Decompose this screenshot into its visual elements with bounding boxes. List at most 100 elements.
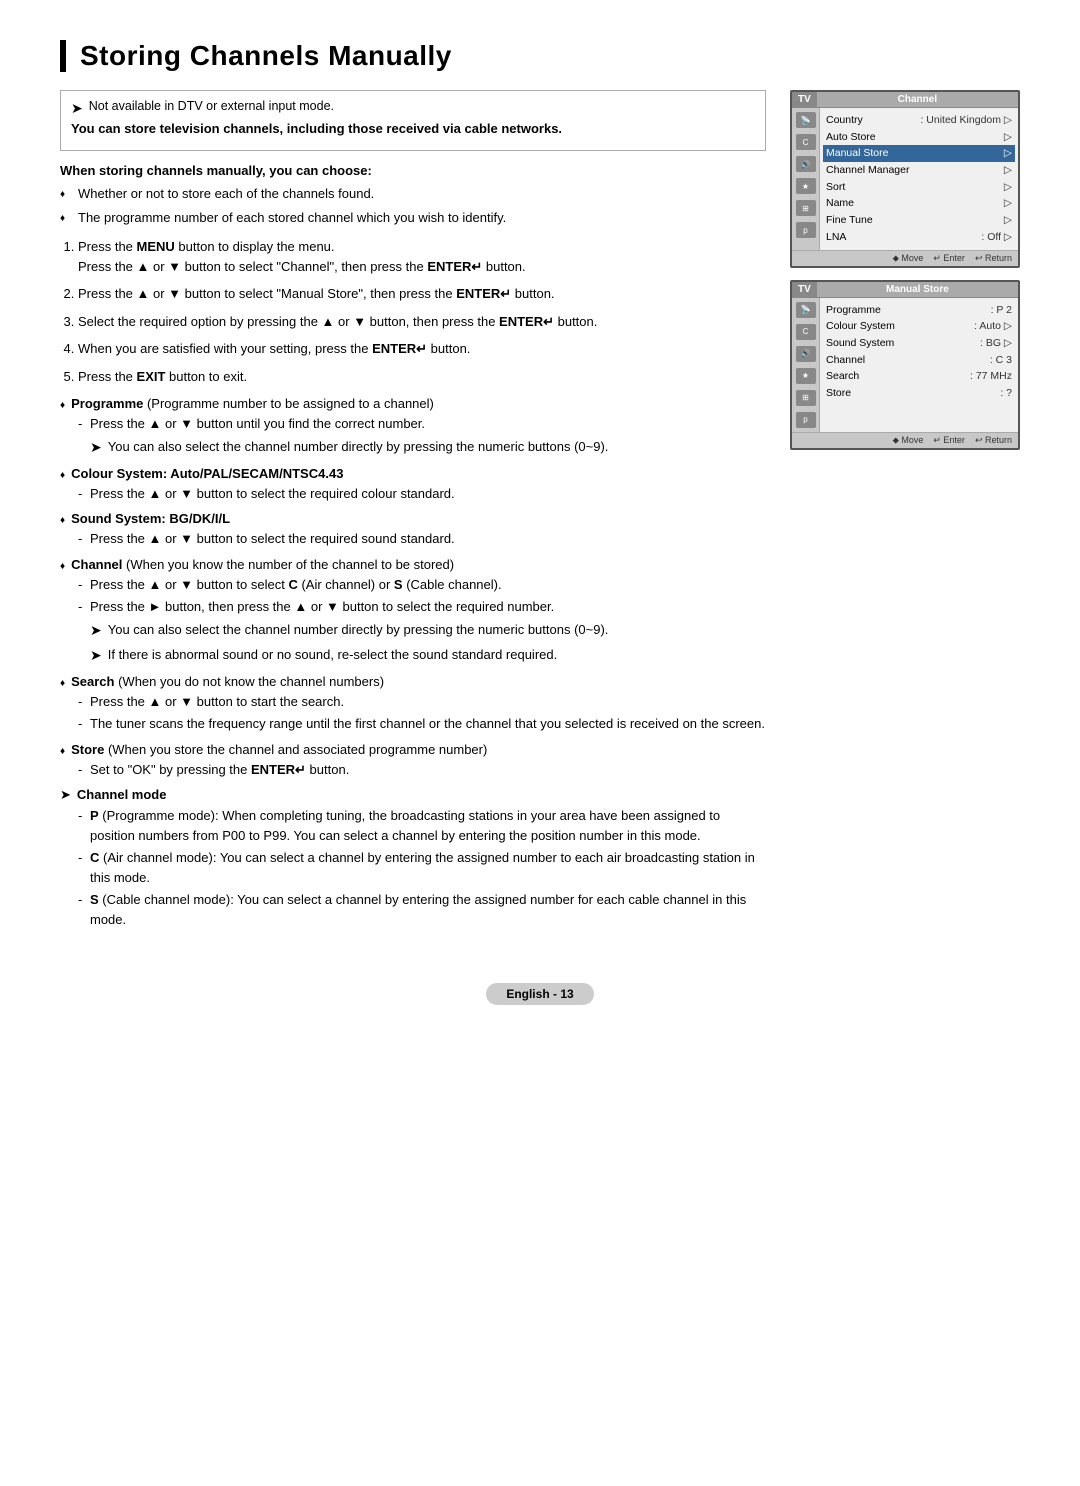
search-header: ♦ Search (When you do not know the chann… — [60, 674, 766, 689]
section-store: ♦ Store (When you store the channel and … — [60, 742, 766, 780]
tv-panel-1-header: TV Channel — [792, 92, 1018, 108]
tv-icon-antenna-2: 📡 — [796, 302, 816, 318]
note-arrow-icon-3: ➤ — [90, 645, 102, 666]
tv-menu-manualstore: Manual Store ▷ — [823, 145, 1015, 162]
section-sound: ♦ Sound System: BG/DK/I/L Press the ▲ or… — [60, 511, 766, 549]
page-footer: English - 13 — [60, 977, 1020, 1011]
section-colour: ♦ Colour System: Auto/PAL/SECAM/NTSC4.43… — [60, 466, 766, 504]
channel-mode-header-text: Channel mode — [77, 787, 167, 802]
enter-label-2: ↵ Enter — [933, 435, 965, 446]
tv-menu-finetune: Fine Tune ▷ — [826, 212, 1012, 229]
search-header-text: Search (When you do not know the channel… — [71, 674, 384, 689]
tv-menu-name: Name ▷ — [826, 195, 1012, 212]
channel-note-1: ➤ You can also select the channel number… — [60, 620, 766, 641]
note-text: Not available in DTV or external input m… — [89, 99, 334, 113]
step-4: When you are satisfied with your setting… — [78, 339, 766, 359]
tv-side-icons-2: 📡 C 🔊 ★ ⊞ p — [792, 298, 820, 432]
step-5: Press the EXIT button to exit. — [78, 367, 766, 387]
tv-panel-2-body: 📡 C 🔊 ★ ⊞ p Programme : P 2 Colour Syste… — [792, 298, 1018, 432]
tv-icon-p: p — [796, 222, 816, 238]
programme-dash-1: Press the ▲ or ▼ button until you find t… — [60, 414, 766, 434]
tv-menu-autostore: Auto Store ▷ — [826, 129, 1012, 146]
channel-dash-1: Press the ▲ or ▼ button to select C (Air… — [60, 575, 766, 595]
colour-header-text: Colour System: Auto/PAL/SECAM/NTSC4.43 — [71, 466, 343, 481]
colour-dash-1: Press the ▲ or ▼ button to select the re… — [60, 484, 766, 504]
bold-intro: You can store television channels, inclu… — [71, 121, 755, 136]
channel-mode-c: C (Air channel mode): You can select a c… — [60, 848, 766, 887]
main-layout: ➤ Not available in DTV or external input… — [60, 90, 1020, 937]
page-title: Storing Channels Manually — [80, 40, 1020, 72]
programme-header-text: Programme (Programme number to be assign… — [71, 396, 434, 411]
tv-label-2: TV — [792, 282, 817, 297]
step-2: Press the ▲ or ▼ button to select "Manua… — [78, 284, 766, 304]
note-arrow-icon-4: ➤ — [60, 787, 71, 803]
footer-badge: English - 13 — [486, 983, 593, 1005]
tv-panel-2-footer: ⬥ Move ↵ Enter ↩ Return — [792, 432, 1018, 448]
channel-header-text: Channel (When you know the number of the… — [71, 557, 454, 572]
tv-menu-search-val: Search : 77 MHz — [826, 368, 1012, 385]
diamond-icon-3: ♦ — [60, 515, 65, 526]
section-programme: ♦ Programme (Programme number to be assi… — [60, 396, 766, 458]
tv-menu-channel-val: Channel : C 3 — [826, 352, 1012, 369]
tv-panel-manualstore: TV Manual Store 📡 C 🔊 ★ ⊞ p Programme : … — [790, 280, 1020, 450]
steps-list: Press the MENU button to display the men… — [60, 237, 766, 386]
tv-icon-grid-2: ⊞ — [796, 390, 816, 406]
tv-menu-store-val: Store : ? — [826, 385, 1012, 402]
tv-icon-c: C — [796, 134, 816, 150]
tv-side-icons-1: 📡 C 🔊 ★ ⊞ p — [792, 108, 820, 250]
tv-label-1: TV — [792, 92, 817, 107]
sound-header-text: Sound System: BG/DK/I/L — [71, 511, 230, 526]
programme-note-1: ➤ You can also select the channel number… — [60, 437, 766, 458]
tv-panel-channel: TV Channel 📡 C 🔊 ★ ⊞ p Country : United … — [790, 90, 1020, 268]
tv-panel-1-footer: ⬥ Move ↵ Enter ↩ Return — [792, 250, 1018, 266]
diamond-icon-2: ♦ — [60, 470, 65, 481]
tv-menu-coloursys: Colour System : Auto ▷ — [826, 318, 1012, 335]
programme-header: ♦ Programme (Programme number to be assi… — [60, 396, 766, 411]
section-channel-mode: ➤ Channel mode P (Programme mode): When … — [60, 787, 766, 929]
tv-menu-country: Country : United Kingdom ▷ — [826, 112, 1012, 129]
tv-menu-2: Programme : P 2 Colour System : Auto ▷ S… — [820, 298, 1018, 432]
tv-menu-sort: Sort ▷ — [826, 179, 1012, 196]
tv-menu-channelmgr: Channel Manager ▷ — [826, 162, 1012, 179]
diamond-icon: ♦ — [60, 400, 65, 411]
section-header: When storing channels manually, you can … — [60, 163, 766, 178]
channel-note-2: ➤ If there is abnormal sound or no sound… — [60, 645, 766, 666]
section-channel: ♦ Channel (When you know the number of t… — [60, 557, 766, 666]
tv-icon-antenna: 📡 — [796, 112, 816, 128]
sound-dash-1: Press the ▲ or ▼ button to select the re… — [60, 529, 766, 549]
note-arrow-icon: ➤ — [90, 437, 102, 458]
page-title-bar: Storing Channels Manually — [60, 40, 1020, 72]
store-header: ♦ Store (When you store the channel and … — [60, 742, 766, 757]
tv-menu-programme: Programme : P 2 — [826, 302, 1012, 319]
channel-dash-2: Press the ► button, then press the ▲ or … — [60, 597, 766, 617]
return-label-2: ↩ Return — [975, 435, 1012, 446]
tv-panel-1-body: 📡 C 🔊 ★ ⊞ p Country : United Kingdom ▷ A… — [792, 108, 1018, 250]
section-search: ♦ Search (When you do not know the chann… — [60, 674, 766, 734]
tv-menu-1: Country : United Kingdom ▷ Auto Store ▷ … — [820, 108, 1018, 250]
tv-channel-label-2: Manual Store — [817, 282, 1018, 297]
move-label-1: ⬥ Move — [893, 253, 924, 264]
step-1: Press the MENU button to display the men… — [78, 237, 766, 276]
diamond-icon-5: ♦ — [60, 678, 65, 689]
bullet-item-1: Whether or not to store each of the chan… — [60, 184, 766, 204]
tv-icon-speaker-2: 🔊 — [796, 346, 816, 362]
channel-header: ♦ Channel (When you know the number of t… — [60, 557, 766, 572]
tv-menu-lna: LNA : Off ▷ — [826, 229, 1012, 246]
tv-icon-speaker: 🔊 — [796, 156, 816, 172]
enter-label-1: ↵ Enter — [933, 253, 965, 264]
initial-bullet-list: Whether or not to store each of the chan… — [60, 184, 766, 227]
channel-mode-p: P (Programme mode): When completing tuni… — [60, 806, 766, 845]
note-arrow-line: ➤ Not available in DTV or external input… — [71, 99, 755, 117]
colour-header: ♦ Colour System: Auto/PAL/SECAM/NTSC4.43 — [60, 466, 766, 481]
channel-mode-s: S (Cable channel mode): You can select a… — [60, 890, 766, 929]
store-header-text: Store (When you store the channel and as… — [71, 742, 487, 757]
right-column: TV Channel 📡 C 🔊 ★ ⊞ p Country : United … — [790, 90, 1020, 450]
diamond-icon-4: ♦ — [60, 561, 65, 572]
channel-mode-header: ➤ Channel mode — [60, 787, 766, 803]
sound-header: ♦ Sound System: BG/DK/I/L — [60, 511, 766, 526]
step-3: Select the required option by pressing t… — [78, 312, 766, 332]
move-label-2: ⬥ Move — [893, 435, 924, 446]
tv-menu-soundsys: Sound System : BG ▷ — [826, 335, 1012, 352]
tv-icon-star-2: ★ — [796, 368, 816, 384]
search-dash-1: Press the ▲ or ▼ button to start the sea… — [60, 692, 766, 712]
